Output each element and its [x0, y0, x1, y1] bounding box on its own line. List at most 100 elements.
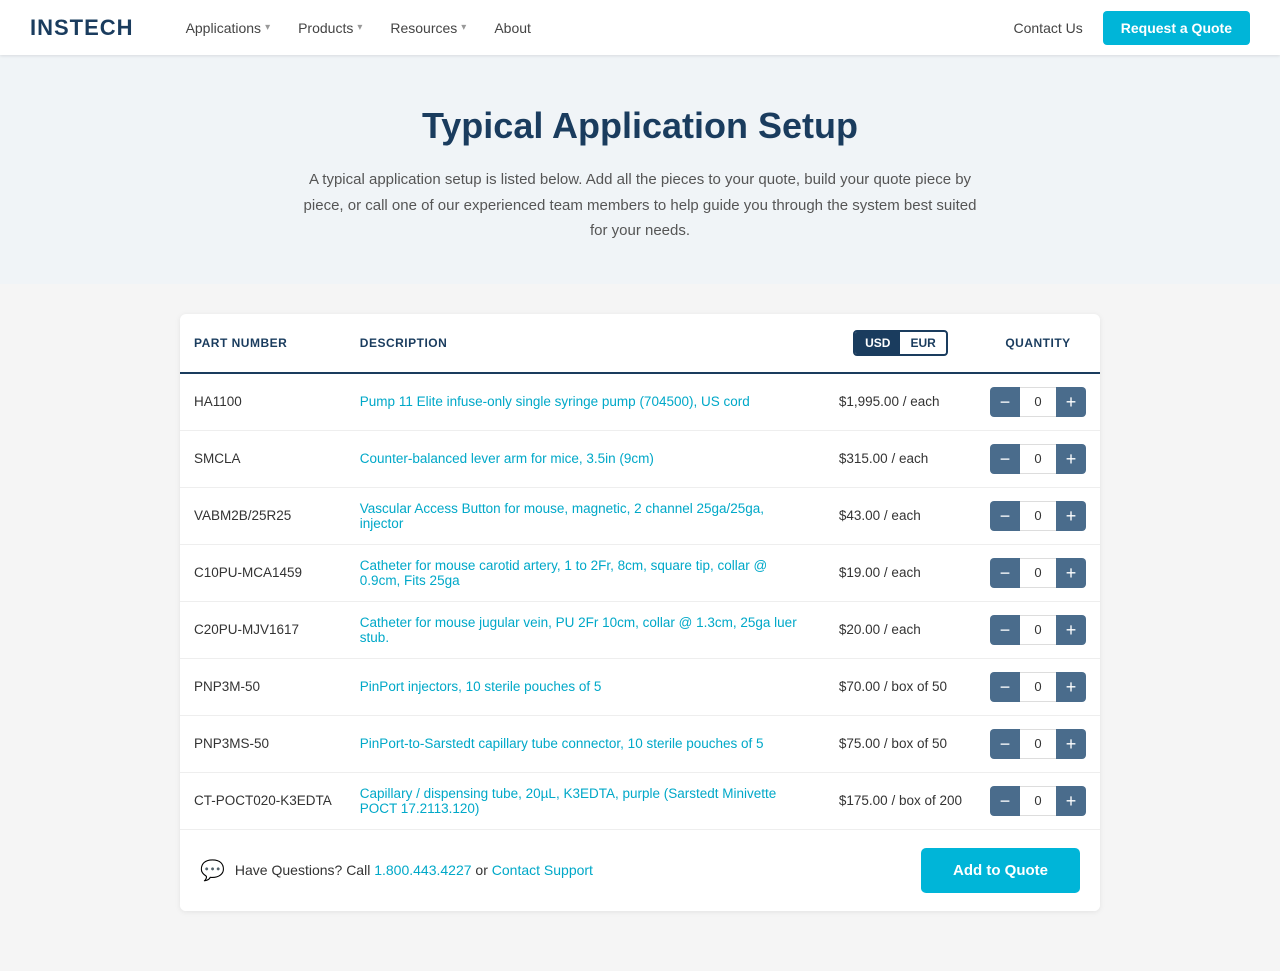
- cell-part-number: VABM2B/25R25: [180, 487, 346, 544]
- cell-quantity: − +: [976, 430, 1100, 487]
- quantity-decrement-button[interactable]: −: [990, 786, 1020, 816]
- quantity-input[interactable]: [1020, 786, 1056, 816]
- cell-part-number: CT-POCT020-K3EDTA: [180, 772, 346, 829]
- nav-label-products: Products: [298, 20, 353, 36]
- hero-section: Typical Application Setup A typical appl…: [0, 55, 1280, 284]
- or-text: or: [472, 862, 492, 878]
- table-body: HA1100 Pump 11 Elite infuse-only single …: [180, 373, 1100, 829]
- quantity-input[interactable]: [1020, 444, 1056, 474]
- quantity-increment-button[interactable]: +: [1056, 729, 1086, 759]
- product-link[interactable]: PinPort injectors, 10 sterile pouches of…: [360, 679, 602, 694]
- quantity-decrement-button[interactable]: −: [990, 558, 1020, 588]
- quantity-increment-button[interactable]: +: [1056, 558, 1086, 588]
- table-row: PNP3M-50 PinPort injectors, 10 sterile p…: [180, 658, 1100, 715]
- quantity-input[interactable]: [1020, 558, 1056, 588]
- contact-support-link[interactable]: Contact Support: [492, 862, 593, 878]
- cell-description: Catheter for mouse carotid artery, 1 to …: [346, 544, 825, 601]
- quantity-control: − +: [990, 501, 1086, 531]
- table-row: VABM2B/25R25 Vascular Access Button for …: [180, 487, 1100, 544]
- cell-part-number: SMCLA: [180, 430, 346, 487]
- cell-description: Vascular Access Button for mouse, magnet…: [346, 487, 825, 544]
- questions-text: Have Questions? Call 1.800.443.4227 or C…: [235, 862, 593, 878]
- quantity-input[interactable]: [1020, 501, 1056, 531]
- cell-price: $315.00 / each: [825, 430, 976, 487]
- quantity-input[interactable]: [1020, 615, 1056, 645]
- quantity-increment-button[interactable]: +: [1056, 672, 1086, 702]
- contact-us-link[interactable]: Contact Us: [1014, 20, 1083, 36]
- quantity-decrement-button[interactable]: −: [990, 444, 1020, 474]
- request-quote-button[interactable]: Request a Quote: [1103, 11, 1250, 45]
- cell-quantity: − +: [976, 715, 1100, 772]
- quantity-increment-button[interactable]: +: [1056, 501, 1086, 531]
- product-link[interactable]: Capillary / dispensing tube, 20µL, K3EDT…: [360, 786, 776, 816]
- quantity-decrement-button[interactable]: −: [990, 501, 1020, 531]
- navbar: INSTECH Applications ▾ Products ▾ Resour…: [0, 0, 1280, 55]
- phone-link[interactable]: 1.800.443.4227: [374, 862, 471, 878]
- product-table-container: PART NUMBER DESCRIPTION USD EUR QUANTITY…: [180, 314, 1100, 911]
- col-currency: USD EUR: [825, 314, 976, 373]
- quantity-control: − +: [990, 729, 1086, 759]
- cell-description: PinPort-to-Sarstedt capillary tube conne…: [346, 715, 825, 772]
- cell-part-number: HA1100: [180, 373, 346, 431]
- nav-item-products[interactable]: Products ▾: [286, 12, 374, 44]
- quantity-increment-button[interactable]: +: [1056, 444, 1086, 474]
- cell-price: $75.00 / box of 50: [825, 715, 976, 772]
- product-link[interactable]: PinPort-to-Sarstedt capillary tube conne…: [360, 736, 764, 751]
- table-row: CT-POCT020-K3EDTA Capillary / dispensing…: [180, 772, 1100, 829]
- cell-description: Counter-balanced lever arm for mice, 3.5…: [346, 430, 825, 487]
- quantity-control: − +: [990, 558, 1086, 588]
- eur-button[interactable]: EUR: [900, 332, 945, 354]
- cell-part-number: C20PU-MJV1617: [180, 601, 346, 658]
- quantity-input[interactable]: [1020, 387, 1056, 417]
- quantity-decrement-button[interactable]: −: [990, 615, 1020, 645]
- usd-button[interactable]: USD: [855, 332, 900, 354]
- product-link[interactable]: Pump 11 Elite infuse-only single syringe…: [360, 394, 750, 409]
- quantity-control: − +: [990, 387, 1086, 417]
- table-header-row: PART NUMBER DESCRIPTION USD EUR QUANTITY: [180, 314, 1100, 373]
- nav-item-resources[interactable]: Resources ▾: [378, 12, 478, 44]
- cell-price: $1,995.00 / each: [825, 373, 976, 431]
- cell-quantity: − +: [976, 373, 1100, 431]
- quantity-increment-button[interactable]: +: [1056, 786, 1086, 816]
- product-link[interactable]: Catheter for mouse carotid artery, 1 to …: [360, 558, 767, 588]
- quantity-input[interactable]: [1020, 729, 1056, 759]
- table-row: C10PU-MCA1459 Catheter for mouse carotid…: [180, 544, 1100, 601]
- chat-icon: 💬: [200, 858, 225, 883]
- quantity-increment-button[interactable]: +: [1056, 387, 1086, 417]
- quantity-increment-button[interactable]: +: [1056, 615, 1086, 645]
- table-footer: 💬 Have Questions? Call 1.800.443.4227 or…: [180, 829, 1100, 911]
- nav-item-about[interactable]: About: [482, 12, 543, 44]
- nav-label-about: About: [494, 20, 531, 36]
- col-description: DESCRIPTION: [346, 314, 825, 373]
- quantity-decrement-button[interactable]: −: [990, 672, 1020, 702]
- cell-quantity: − +: [976, 544, 1100, 601]
- cell-part-number: C10PU-MCA1459: [180, 544, 346, 601]
- table-row: C20PU-MJV1617 Catheter for mouse jugular…: [180, 601, 1100, 658]
- col-part-number: PART NUMBER: [180, 314, 346, 373]
- quantity-control: − +: [990, 615, 1086, 645]
- col-quantity: QUANTITY: [976, 314, 1100, 373]
- nav-right: Contact Us Request a Quote: [1014, 11, 1251, 45]
- cell-price: $70.00 / box of 50: [825, 658, 976, 715]
- cell-quantity: − +: [976, 658, 1100, 715]
- cell-description: Capillary / dispensing tube, 20µL, K3EDT…: [346, 772, 825, 829]
- chevron-down-icon: ▾: [265, 22, 270, 33]
- cell-description: Pump 11 Elite infuse-only single syringe…: [346, 373, 825, 431]
- add-to-quote-button[interactable]: Add to Quote: [921, 848, 1080, 893]
- cell-price: $43.00 / each: [825, 487, 976, 544]
- nav-item-applications[interactable]: Applications ▾: [174, 12, 283, 44]
- quantity-decrement-button[interactable]: −: [990, 729, 1020, 759]
- main-content: PART NUMBER DESCRIPTION USD EUR QUANTITY…: [0, 314, 1280, 971]
- cell-description: PinPort injectors, 10 sterile pouches of…: [346, 658, 825, 715]
- quantity-input[interactable]: [1020, 672, 1056, 702]
- cell-part-number: PNP3MS-50: [180, 715, 346, 772]
- quantity-control: − +: [990, 672, 1086, 702]
- cell-quantity: − +: [976, 601, 1100, 658]
- product-link[interactable]: Catheter for mouse jugular vein, PU 2Fr …: [360, 615, 797, 645]
- quantity-decrement-button[interactable]: −: [990, 387, 1020, 417]
- cell-description: Catheter for mouse jugular vein, PU 2Fr …: [346, 601, 825, 658]
- product-link[interactable]: Counter-balanced lever arm for mice, 3.5…: [360, 451, 654, 466]
- nav-links: Applications ▾ Products ▾ Resources ▾ Ab…: [174, 12, 1014, 44]
- product-table: PART NUMBER DESCRIPTION USD EUR QUANTITY…: [180, 314, 1100, 829]
- product-link[interactable]: Vascular Access Button for mouse, magnet…: [360, 501, 764, 531]
